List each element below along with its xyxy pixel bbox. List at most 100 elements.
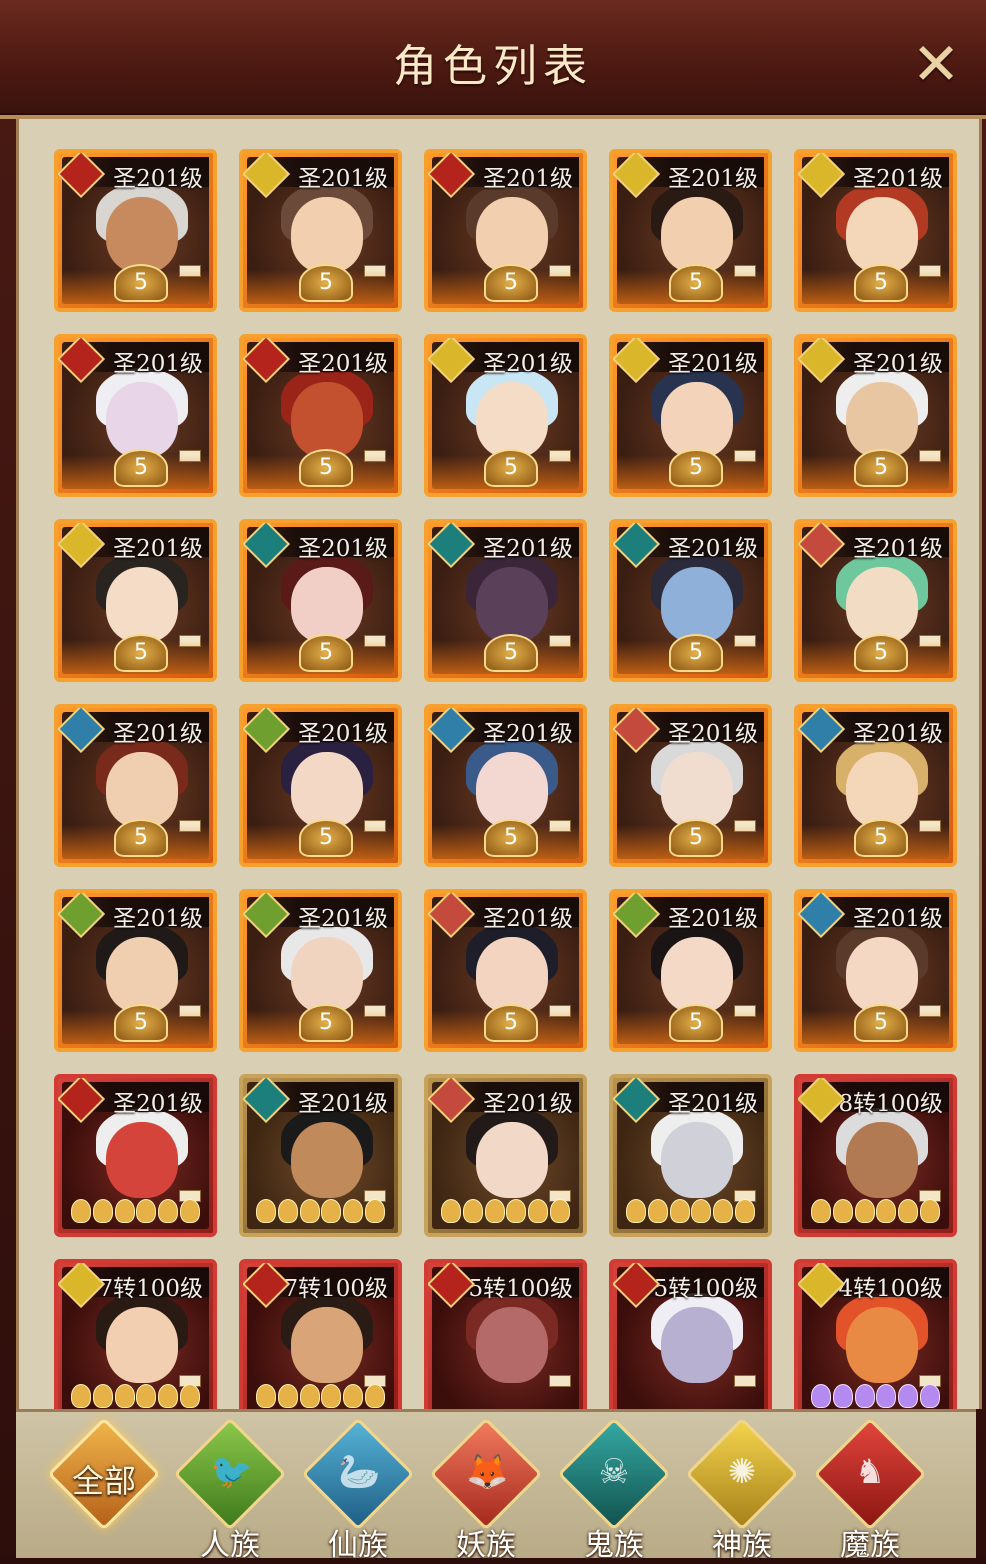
character-portrait: 圣201级 5	[243, 893, 394, 1044]
star-pip-icon	[898, 1199, 919, 1223]
character-card[interactable]: 圣201级	[54, 1074, 217, 1237]
close-button[interactable]: ✕	[908, 35, 964, 93]
star-pip-icon	[876, 1199, 897, 1223]
tab-mo[interactable]: ♞ 魔族	[813, 1417, 927, 1563]
star-pip-icon	[462, 1199, 483, 1223]
star-pip-icon	[255, 1199, 276, 1223]
character-portrait: 圣201级 5	[243, 153, 394, 304]
star-pip-icon	[277, 1384, 298, 1408]
awaken-badge: 5	[299, 819, 353, 857]
character-card[interactable]: 圣201级 5	[239, 334, 402, 497]
level-text: 圣201级	[483, 906, 573, 932]
character-card[interactable]: 圣201级 5	[54, 334, 217, 497]
tab-label: 神族	[712, 1528, 772, 1563]
level-text: 圣201级	[113, 536, 203, 562]
star-pips	[255, 1199, 386, 1225]
star-pip-icon	[158, 1384, 179, 1408]
character-portrait: 圣201级 5	[58, 523, 209, 674]
tab-xian[interactable]: 🦢 仙族	[301, 1417, 415, 1563]
character-card[interactable]: 圣201级	[424, 1074, 587, 1237]
character-card[interactable]: 圣201级 5	[794, 519, 957, 682]
character-card[interactable]: 圣201级 5	[609, 704, 772, 867]
level-text: 圣201级	[668, 536, 758, 562]
awaken-badge: 5	[299, 264, 353, 302]
character-card[interactable]: 圣201级	[239, 1074, 402, 1237]
portrait-face	[661, 752, 733, 828]
star-pip-icon	[299, 1384, 320, 1408]
level-text: 圣201级	[298, 351, 388, 377]
portrait-face	[476, 937, 548, 1013]
star-pip-icon	[114, 1199, 135, 1223]
awaken-badge: 5	[114, 1004, 168, 1042]
character-card[interactable]: 5转100级	[424, 1259, 587, 1409]
character-card[interactable]: 圣201级 5	[239, 149, 402, 312]
star-pips	[70, 1199, 201, 1225]
character-card[interactable]: 圣201级 5	[239, 704, 402, 867]
portrait-face	[291, 752, 363, 828]
character-card[interactable]: 圣201级 5	[239, 889, 402, 1052]
character-list-panel[interactable]: 圣201级 5 圣201级 5 圣201级 5 圣201级 5 圣201级 5 圣201级 5 圣201…	[16, 119, 982, 1409]
character-card[interactable]: 圣201级 5	[54, 149, 217, 312]
character-card[interactable]: 圣201级	[609, 1074, 772, 1237]
character-card[interactable]: 圣201级 5	[424, 519, 587, 682]
level-text: 圣201级	[853, 906, 943, 932]
portrait-face	[661, 1122, 733, 1198]
level-text: 圣201级	[483, 1091, 573, 1117]
character-card[interactable]: 圣201级 5	[794, 334, 957, 497]
tab-yao[interactable]: 🦊 妖族	[429, 1417, 543, 1563]
crane-icon: 🦢	[338, 1452, 381, 1492]
character-card[interactable]: 圣201级 5	[609, 519, 772, 682]
level-text: 8转100级	[838, 1091, 943, 1117]
tab-gui[interactable]: ☠ 鬼族	[557, 1417, 671, 1563]
character-card[interactable]: 圣201级 5	[239, 519, 402, 682]
character-card[interactable]: 圣201级 5	[609, 889, 772, 1052]
character-portrait: 圣201级 5	[798, 708, 949, 859]
character-portrait: 圣201级 5	[428, 338, 579, 489]
portrait-face	[846, 197, 918, 273]
sun-emblem-icon: ✺	[727, 1452, 757, 1492]
character-card[interactable]: 圣201级 5	[424, 149, 587, 312]
character-portrait: 7转100级	[58, 1263, 209, 1409]
level-text: 4转100级	[838, 1276, 943, 1302]
character-portrait: 圣201级 5	[798, 523, 949, 674]
awaken-badge: 5	[484, 819, 538, 857]
equipment-chip-icon	[549, 1375, 571, 1387]
star-pip-icon	[92, 1384, 113, 1408]
awaken-badge: 5	[854, 819, 908, 857]
character-card[interactable]: 圣201级 5	[424, 334, 587, 497]
star-pip-icon	[114, 1384, 135, 1408]
character-card[interactable]: 圣201级 5	[424, 704, 587, 867]
character-portrait: 圣201级	[58, 1078, 209, 1229]
character-card[interactable]: 圣201级 5	[424, 889, 587, 1052]
character-card[interactable]: 7转100级	[239, 1259, 402, 1409]
character-card[interactable]: 圣201级 5	[609, 334, 772, 497]
character-card[interactable]: 5转100级	[609, 1259, 772, 1409]
tab-all[interactable]: 全部	[47, 1417, 161, 1534]
character-card[interactable]: 4转100级	[794, 1259, 957, 1409]
tab-shen[interactable]: ✺ 神族	[685, 1417, 799, 1563]
character-portrait: 5转100级	[613, 1263, 764, 1409]
tab-ren[interactable]: 🐦 人族	[173, 1417, 287, 1563]
character-card[interactable]: 7转100级	[54, 1259, 217, 1409]
star-pip-icon	[255, 1384, 276, 1408]
star-pip-icon	[70, 1384, 91, 1408]
character-card[interactable]: 圣201级 5	[54, 889, 217, 1052]
character-card[interactable]: 圣201级 5	[54, 519, 217, 682]
level-text: 圣201级	[298, 1091, 388, 1117]
character-card[interactable]: 8转100级	[794, 1074, 957, 1237]
character-card[interactable]: 圣201级 5	[54, 704, 217, 867]
character-card[interactable]: 圣201级 5	[794, 149, 957, 312]
star-pip-icon	[180, 1384, 201, 1408]
star-pip-icon	[920, 1199, 941, 1223]
star-pip-icon	[343, 1199, 364, 1223]
portrait-face	[291, 382, 363, 458]
character-portrait: 圣201级 5	[243, 338, 394, 489]
level-text: 圣201级	[853, 166, 943, 192]
character-portrait: 圣201级 5	[243, 708, 394, 859]
character-card[interactable]: 圣201级 5	[794, 889, 957, 1052]
portrait-face	[661, 197, 733, 273]
character-card[interactable]: 圣201级 5	[794, 704, 957, 867]
tab-label: 全部	[71, 1462, 136, 1500]
star-pip-icon	[440, 1199, 461, 1223]
character-card[interactable]: 圣201级 5	[609, 149, 772, 312]
